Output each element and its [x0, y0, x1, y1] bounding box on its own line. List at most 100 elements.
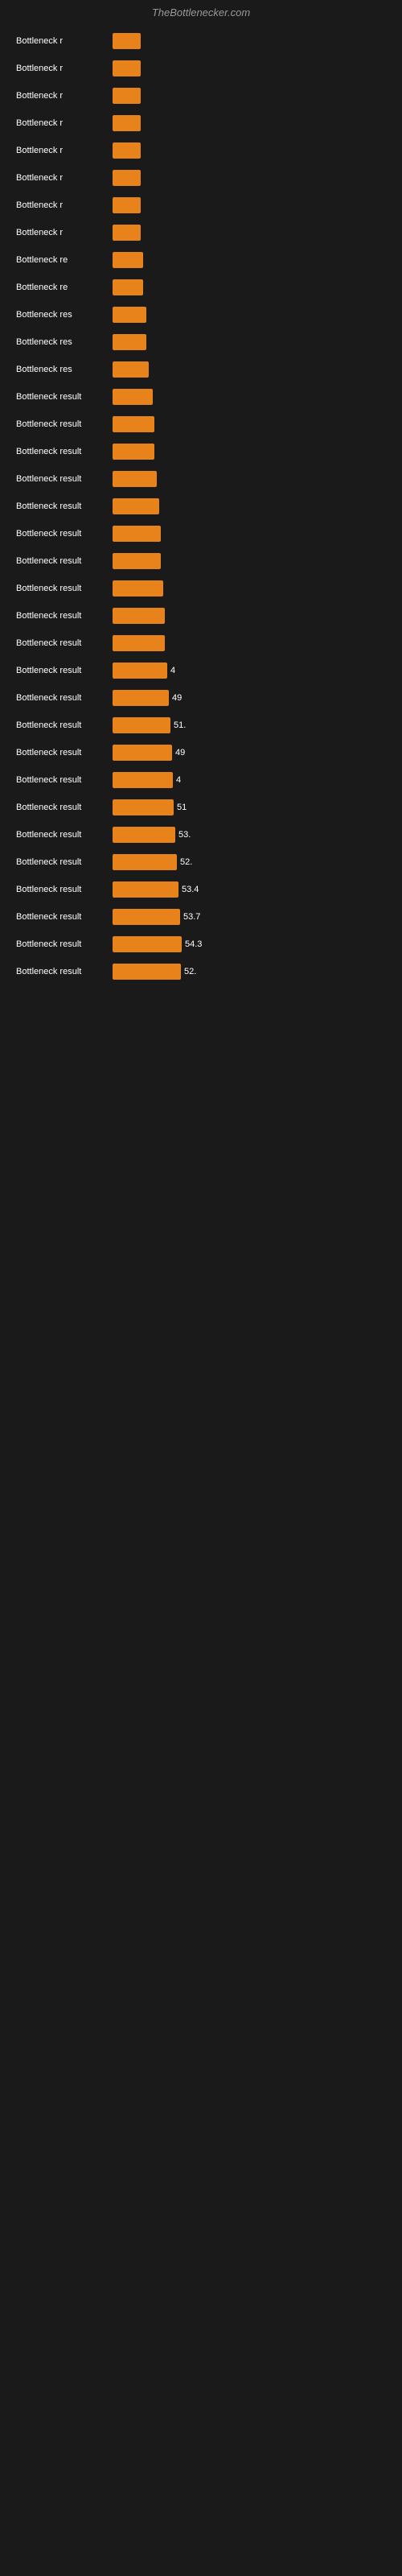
- bar: [113, 197, 141, 213]
- bar: [113, 252, 143, 268]
- bar-wrapper: [113, 361, 386, 378]
- bar-label: Bottleneck result: [16, 939, 113, 949]
- bar: [113, 608, 165, 624]
- bar-wrapper: [113, 553, 386, 569]
- bar-value: 52.: [180, 857, 192, 867]
- bar-value: 54.3: [185, 939, 202, 949]
- bar: [113, 526, 161, 542]
- bar-wrapper: 52.: [113, 854, 386, 870]
- bar: [113, 772, 173, 788]
- bar-wrapper: [113, 225, 386, 241]
- bar-value: 51: [177, 803, 187, 812]
- bar-wrapper: [113, 389, 386, 405]
- bar-wrapper: [113, 197, 386, 213]
- bar-row: Bottleneck result: [16, 440, 386, 463]
- bar-label: Bottleneck result: [16, 693, 113, 703]
- bar-wrapper: 49: [113, 745, 386, 761]
- bar-wrapper: [113, 416, 386, 432]
- bar: [113, 361, 149, 378]
- bar: [113, 444, 154, 460]
- bar-label: Bottleneck result: [16, 885, 113, 894]
- bar-row: Bottleneck result4: [16, 659, 386, 682]
- bar: [113, 170, 141, 186]
- bar: [113, 936, 182, 952]
- bar-label: Bottleneck result: [16, 857, 113, 867]
- bar-row: Bottleneck re: [16, 276, 386, 299]
- bar: [113, 881, 178, 898]
- bar-wrapper: [113, 334, 386, 350]
- bar-label: Bottleneck r: [16, 64, 113, 73]
- bar-wrapper: [113, 170, 386, 186]
- bar-wrapper: 54.3: [113, 936, 386, 952]
- bar: [113, 416, 154, 432]
- bar-wrapper: 51.: [113, 717, 386, 733]
- bar-row: Bottleneck re: [16, 249, 386, 271]
- bar: [113, 142, 141, 159]
- bar-wrapper: [113, 279, 386, 295]
- bar-label: Bottleneck result: [16, 447, 113, 456]
- bar-wrapper: 52.: [113, 964, 386, 980]
- bar-row: Bottleneck result: [16, 495, 386, 518]
- bar-value: 53.4: [182, 885, 199, 894]
- bar-label: Bottleneck result: [16, 529, 113, 539]
- bar-row: Bottleneck r: [16, 30, 386, 52]
- bar-row: Bottleneck result4: [16, 769, 386, 791]
- bar-row: Bottleneck result: [16, 605, 386, 627]
- bar-row: Bottleneck r: [16, 85, 386, 107]
- bar-label: Bottleneck result: [16, 638, 113, 648]
- bar-value: 4: [176, 775, 181, 785]
- bar: [113, 690, 169, 706]
- bar: [113, 115, 141, 131]
- bar-row: Bottleneck r: [16, 112, 386, 134]
- bar-wrapper: [113, 471, 386, 487]
- bar-wrapper: 4: [113, 663, 386, 679]
- bar-wrapper: [113, 444, 386, 460]
- bar-wrapper: [113, 526, 386, 542]
- bar-wrapper: [113, 33, 386, 49]
- bar-value: 49: [172, 693, 182, 703]
- bar-label: Bottleneck result: [16, 419, 113, 429]
- bar-row: Bottleneck result53.: [16, 824, 386, 846]
- bar-wrapper: [113, 580, 386, 597]
- bar-row: Bottleneck result 53.4: [16, 878, 386, 901]
- bar-row: Bottleneck result 49: [16, 687, 386, 709]
- bar-row: Bottleneck r: [16, 57, 386, 80]
- bar-row: Bottleneck result 51: [16, 796, 386, 819]
- bar-label: Bottleneck result: [16, 611, 113, 621]
- bar: [113, 471, 157, 487]
- bar-label: Bottleneck r: [16, 36, 113, 46]
- bar-row: Bottleneck r: [16, 139, 386, 162]
- bar-wrapper: 51: [113, 799, 386, 815]
- bar-row: Bottleneck result: [16, 386, 386, 408]
- bar-label: Bottleneck result: [16, 392, 113, 402]
- bar: [113, 498, 159, 514]
- bar-value: 52.: [184, 967, 196, 976]
- bar-label: Bottleneck r: [16, 200, 113, 210]
- bar-label: Bottleneck r: [16, 146, 113, 155]
- bar: [113, 225, 141, 241]
- bar-label: Bottleneck res: [16, 310, 113, 320]
- bar-label: Bottleneck result: [16, 912, 113, 922]
- bar-wrapper: [113, 115, 386, 131]
- bar-label: Bottleneck r: [16, 173, 113, 183]
- bar: [113, 389, 153, 405]
- bar-label: Bottleneck result: [16, 803, 113, 812]
- bar-wrapper: [113, 635, 386, 651]
- bar-value: 53.: [178, 830, 191, 840]
- bar: [113, 745, 172, 761]
- bar-wrapper: [113, 252, 386, 268]
- bar-row: Bottleneck result: [16, 413, 386, 436]
- bar: [113, 88, 141, 104]
- bar: [113, 909, 180, 925]
- bar-wrapper: [113, 88, 386, 104]
- bar-label: Bottleneck result: [16, 967, 113, 976]
- bar-label: Bottleneck result: [16, 666, 113, 675]
- bar-row: Bottleneck res: [16, 331, 386, 353]
- bar: [113, 580, 163, 597]
- bar-wrapper: [113, 498, 386, 514]
- bar-label: Bottleneck res: [16, 365, 113, 374]
- bar-label: Bottleneck r: [16, 228, 113, 237]
- bar: [113, 33, 141, 49]
- bar-row: Bottleneck r: [16, 194, 386, 217]
- bar-value: 51.: [174, 720, 186, 730]
